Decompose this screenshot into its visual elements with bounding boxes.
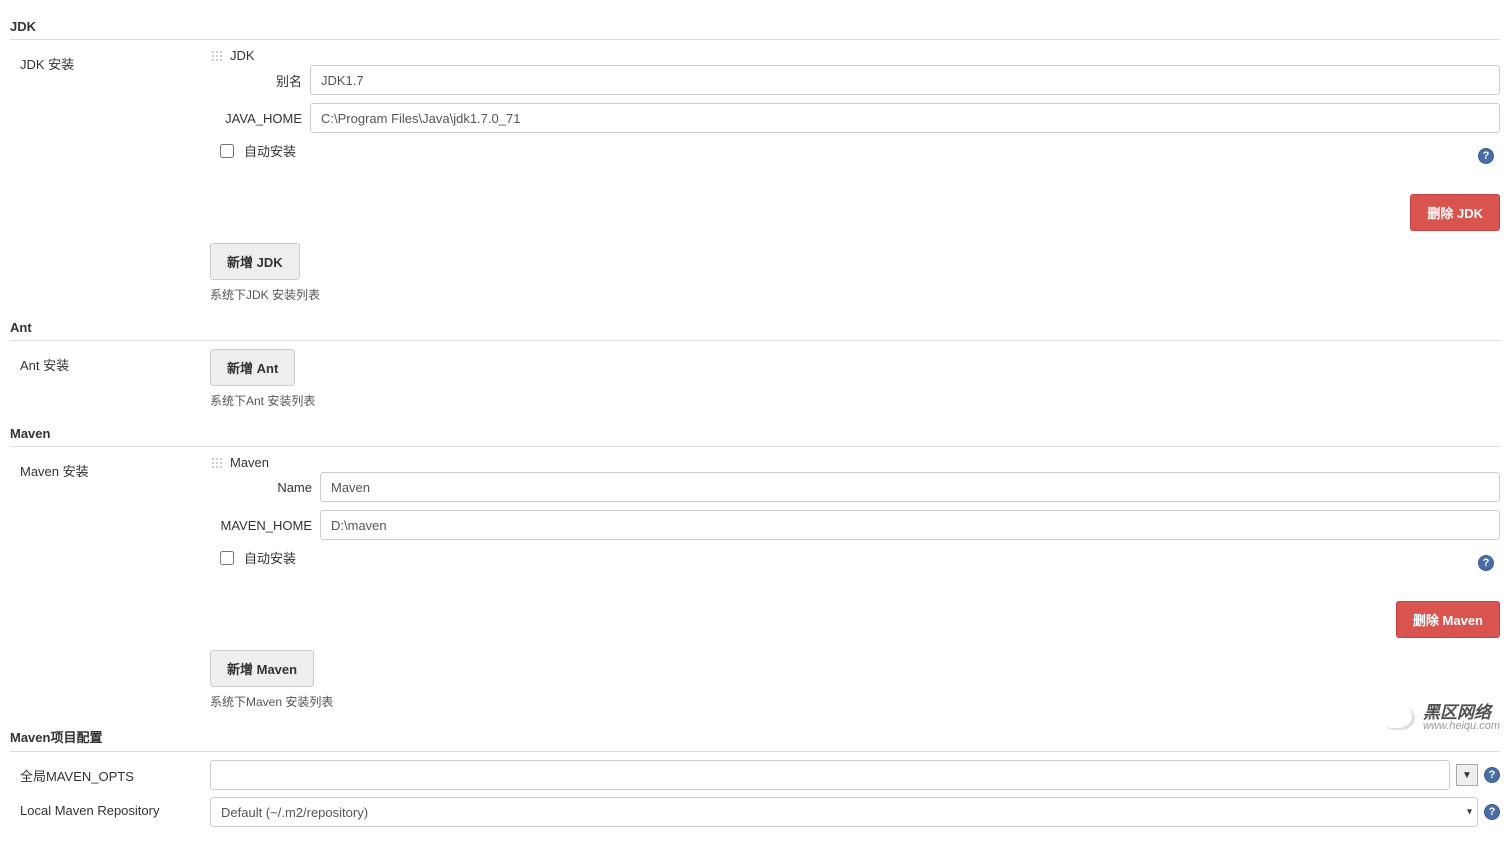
maven-home-label: MAVEN_HOME — [210, 518, 320, 533]
maven-install-label: Maven 安装 — [10, 455, 210, 486]
jdk-auto-install-checkbox[interactable] — [220, 144, 234, 158]
jdk-list-note: 系统下JDK 安装列表 — [210, 286, 1500, 303]
maven-tool-title: Maven — [230, 455, 269, 470]
delete-jdk-button[interactable]: 删除 JDK — [1410, 194, 1500, 231]
help-icon[interactable]: ? — [1484, 767, 1500, 783]
jdk-install-label: JDK 安装 — [10, 48, 210, 79]
maven-auto-install-checkbox[interactable] — [220, 551, 234, 565]
local-maven-repo-label: Local Maven Repository — [10, 797, 210, 824]
section-title-maven-project: Maven项目配置 — [10, 722, 1500, 752]
jdk-alias-label: 别名 — [210, 71, 310, 90]
java-home-label: JAVA_HOME — [210, 111, 310, 126]
maven-home-input[interactable] — [320, 510, 1500, 540]
drag-handle-icon[interactable] — [210, 49, 224, 63]
maven-name-label: Name — [210, 480, 320, 495]
global-maven-opts-label: 全局MAVEN_OPTS — [10, 760, 210, 791]
add-ant-button[interactable]: 新增 Ant — [210, 349, 295, 386]
jdk-auto-install-label: 自动安装 — [244, 141, 296, 160]
drag-handle-icon[interactable] — [210, 456, 224, 470]
section-title-ant: Ant — [10, 315, 1500, 341]
maven-auto-install-label: 自动安装 — [244, 548, 296, 567]
ant-list-note: 系统下Ant 安装列表 — [210, 392, 1500, 409]
local-maven-repo-select[interactable]: Default (~/.m2/repository) — [210, 797, 1478, 827]
maven-name-input[interactable] — [320, 472, 1500, 502]
ant-install-label: Ant 安装 — [10, 349, 210, 380]
advanced-expand-button[interactable]: ▼ — [1456, 764, 1478, 786]
delete-maven-button[interactable]: 删除 Maven — [1396, 601, 1500, 638]
section-title-jdk: JDK — [10, 14, 1500, 40]
add-maven-button[interactable]: 新增 Maven — [210, 650, 314, 687]
help-icon[interactable]: ? — [1484, 804, 1500, 820]
jdk-tool-title: JDK — [230, 48, 255, 63]
help-icon[interactable]: ? — [1478, 148, 1494, 164]
section-title-maven: Maven — [10, 421, 1500, 447]
add-jdk-button[interactable]: 新增 JDK — [210, 243, 300, 280]
global-maven-opts-input[interactable] — [210, 760, 1450, 790]
maven-list-note: 系统下Maven 安装列表 — [210, 693, 1500, 710]
help-icon[interactable]: ? — [1478, 555, 1494, 571]
jdk-alias-input[interactable] — [310, 65, 1500, 95]
java-home-input[interactable] — [310, 103, 1500, 133]
